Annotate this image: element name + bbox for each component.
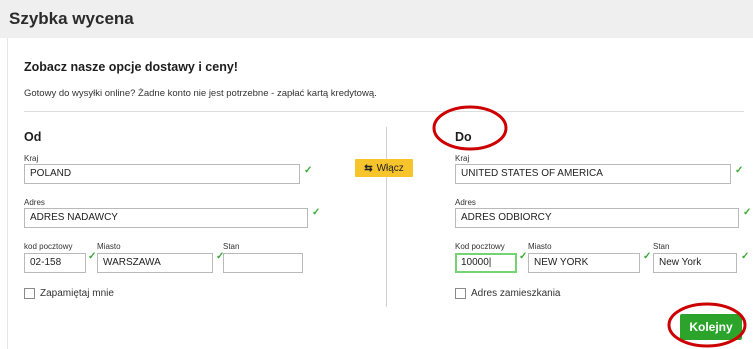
from-country-label: Kraj <box>24 154 39 163</box>
swap-arrows-icon: ⇆ <box>364 162 373 174</box>
from-state-field[interactable] <box>223 253 303 273</box>
to-country-valid-icon: ✓ <box>735 165 744 176</box>
from-address-label: Adres <box>24 198 45 207</box>
residential-label: Adres zamieszkania <box>471 288 561 299</box>
remember-me-label: Zapamiętaj mnie <box>40 288 114 299</box>
from-postal-label: kod pocztowy <box>24 242 73 251</box>
next-button[interactable]: Kolejny <box>680 314 742 340</box>
to-city-valid-icon: ✓ <box>643 251 652 262</box>
to-address-field[interactable]: ADRES ODBIORCY <box>455 208 739 228</box>
to-postal-valid-icon: ✓ <box>519 251 528 262</box>
to-country-label: Kraj <box>455 154 470 163</box>
to-state-field[interactable]: New York <box>653 253 737 273</box>
checkbox-icon[interactable] <box>24 288 35 299</box>
column-divider <box>386 127 387 307</box>
to-postal-field[interactable]: 10000| <box>455 253 517 273</box>
residential-checkbox[interactable]: Adres zamieszkania <box>455 288 560 299</box>
to-address-valid-icon: ✓ <box>743 207 752 218</box>
from-city-label: Miasto <box>97 242 121 251</box>
page-title: Szybka wycena <box>9 9 134 28</box>
section-title: Zobacz nasze opcje dostawy i ceny! <box>24 60 238 74</box>
from-state-label: Stan <box>223 242 240 251</box>
swap-button[interactable]: ⇆ Włącz <box>355 159 413 177</box>
to-address-label: Adres <box>455 198 476 207</box>
checkbox-icon[interactable] <box>455 288 466 299</box>
to-state-label: Stan <box>653 242 670 251</box>
to-city-field[interactable]: NEW YORK <box>528 253 640 273</box>
swap-button-label: Włącz <box>376 162 404 174</box>
to-city-label: Miasto <box>528 242 552 251</box>
to-postal-label: Kod pocztowy <box>455 242 505 251</box>
left-border <box>7 38 8 349</box>
from-heading: Od <box>24 130 42 144</box>
from-postal-field[interactable]: 02-158 <box>24 253 86 273</box>
from-country-field[interactable]: POLAND <box>24 164 300 184</box>
section-divider <box>24 111 744 112</box>
to-state-valid-icon: ✓ <box>741 251 750 262</box>
from-address-valid-icon: ✓ <box>312 207 321 218</box>
from-city-field[interactable]: WARSZAWA <box>97 253 213 273</box>
from-country-valid-icon: ✓ <box>304 165 313 176</box>
remember-me-checkbox[interactable]: Zapamiętaj mnie <box>24 288 114 299</box>
to-heading: Do <box>455 130 472 144</box>
from-address-field[interactable]: ADRES NADAWCY <box>24 208 308 228</box>
section-description: Gotowy do wysyłki online? Żadne konto ni… <box>24 88 377 99</box>
to-country-field[interactable]: UNITED STATES OF AMERICA <box>455 164 731 184</box>
from-postal-valid-icon: ✓ <box>88 251 97 262</box>
